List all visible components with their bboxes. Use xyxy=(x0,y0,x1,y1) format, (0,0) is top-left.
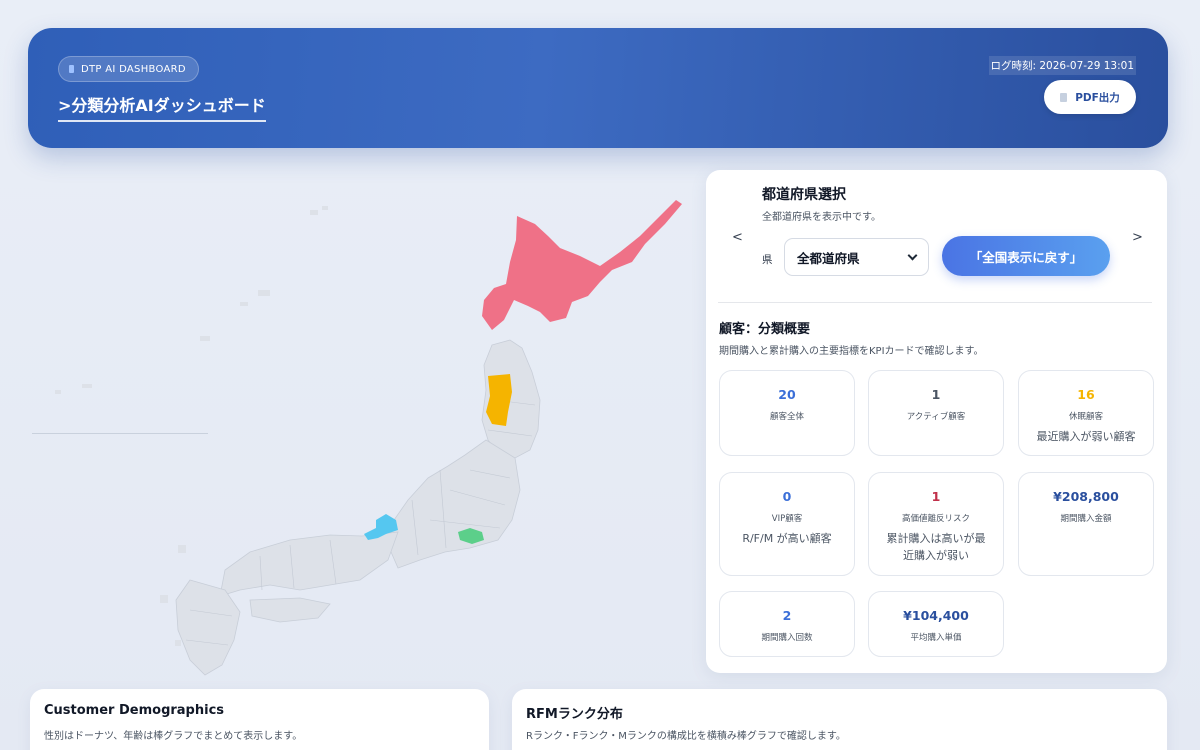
reset-nationwide-button[interactable]: 「全国表示に戻す」 xyxy=(942,236,1110,276)
kpi-value: 2 xyxy=(782,608,792,623)
island xyxy=(175,640,181,646)
kpi-label: 期間購入回数 xyxy=(761,633,813,643)
log-time: ログ時刻: 2026-07-29 13:01 xyxy=(988,56,1136,75)
kpi-card: 2 期間購入回数 xyxy=(719,591,855,657)
rfm-card: RFMランク分布 Rランク・Fランク・Mランクの構成比を横積み棒グラフで確認しま… xyxy=(512,689,1167,750)
demographics-card: Customer Demographics 性別はドーナツ、年齢は棒グラフでまと… xyxy=(30,689,489,750)
next-button[interactable]: > xyxy=(1132,230,1143,245)
demographics-title: Customer Demographics xyxy=(44,703,225,718)
island xyxy=(200,336,210,341)
map-region-honshu-west[interactable] xyxy=(219,531,399,597)
pdf-export-label: PDF出力 xyxy=(1075,91,1120,104)
kpi-value: 0 xyxy=(782,489,792,504)
kpi-card: 16 休眠顧客最近購入が弱い顧客 xyxy=(1018,370,1154,456)
island xyxy=(55,390,61,394)
demographics-subtitle: 性別はドーナツ、年齢は棒グラフでまとめて表示します。 xyxy=(44,731,303,742)
pdf-export-button[interactable]: PDF出力 xyxy=(1044,80,1136,114)
document-icon xyxy=(1060,92,1068,102)
map-region-hokkaido[interactable] xyxy=(482,200,682,330)
kpi-card: 0 VIP顧客 R/F/M が高い顧客 xyxy=(719,472,855,576)
kpi-card: 1 高価値離反リスク累計購入は高いが最近購入が弱い xyxy=(868,472,1004,576)
kpi-note: R/F/M が高い顧客 xyxy=(742,532,832,545)
map-scale-line xyxy=(32,433,208,434)
kpi-label: VIP顧客 xyxy=(771,514,803,524)
kpi-label: 高価値離反リスク xyxy=(901,514,970,524)
kpi-label: 平均購入単価 xyxy=(910,633,962,643)
kpi-card: ¥104,400 平均購入単価 xyxy=(868,591,1004,657)
dashboard-badge: DTP AI DASHBOARD xyxy=(58,56,199,82)
prefecture-select[interactable]: 全都道府県 xyxy=(784,238,929,276)
kpi-value: 20 xyxy=(778,387,796,402)
kpi-value: 1 xyxy=(931,387,941,402)
island xyxy=(310,210,318,215)
island xyxy=(178,545,186,553)
island xyxy=(82,384,92,388)
dashboard-header: DTP AI DASHBOARD >分類分析AIダッシュボード ログ時刻: 20… xyxy=(28,28,1168,148)
island xyxy=(322,206,328,210)
summary-subtitle: 期間購入と累計購入の主要指標をKPIカードで確認します。 xyxy=(719,346,984,357)
map-region-kyushu[interactable] xyxy=(175,579,241,676)
kpi-value: 16 xyxy=(1077,387,1095,402)
kpi-value: ¥104,400 xyxy=(903,608,969,623)
summary-title: 顧客：分類概要 xyxy=(719,322,811,337)
badge-label: DTP AI DASHBOARD xyxy=(81,63,186,75)
rfm-subtitle: Rランク・Fランク・Mランクの構成比を横積み棒グラフで確認します。 xyxy=(526,731,846,742)
kpi-value: 1 xyxy=(931,489,941,504)
divider xyxy=(718,302,1152,303)
kpi-card: 1 アクティブ顧客 xyxy=(868,370,1004,456)
island xyxy=(240,302,248,306)
prefecture-title: 都道府県選択 xyxy=(762,187,846,203)
prev-button[interactable]: < xyxy=(732,230,743,245)
page-title: >分類分析AIダッシュボード xyxy=(58,92,266,122)
kpi-label: 休眠顧客 xyxy=(1068,412,1103,422)
kpi-value: ¥208,800 xyxy=(1053,489,1119,504)
rfm-title: RFMランク分布 xyxy=(526,707,623,722)
japan-map[interactable] xyxy=(20,160,700,680)
kpi-card: 20 顧客全体 xyxy=(719,370,855,456)
prefecture-select-value: 全都道府県 xyxy=(797,250,860,266)
kpi-note: 最近購入が弱い顧客 xyxy=(1036,430,1136,443)
island xyxy=(160,595,168,603)
kpi-note: 累計購入は高いが最近購入が弱い xyxy=(886,532,986,562)
prefecture-subtitle: 全都道府県を表示中です。 xyxy=(762,212,881,223)
chevron-down-icon xyxy=(907,250,918,261)
map-region-shikoku[interactable] xyxy=(249,597,331,623)
kpi-label: 顧客全体 xyxy=(769,412,804,422)
island xyxy=(258,290,270,296)
prefecture-summary-panel: < > 都道府県選択 全都道府県を表示中です。 県 全都道府県 「全国表示に戻す… xyxy=(706,170,1167,673)
kpi-card: ¥208,800 期間購入金額 xyxy=(1018,472,1154,576)
kpi-label: アクティブ顧客 xyxy=(906,412,966,422)
kpi-label: 期間購入金額 xyxy=(1060,514,1112,524)
prefecture-label: 県 xyxy=(762,254,773,266)
badge-icon xyxy=(69,65,74,73)
